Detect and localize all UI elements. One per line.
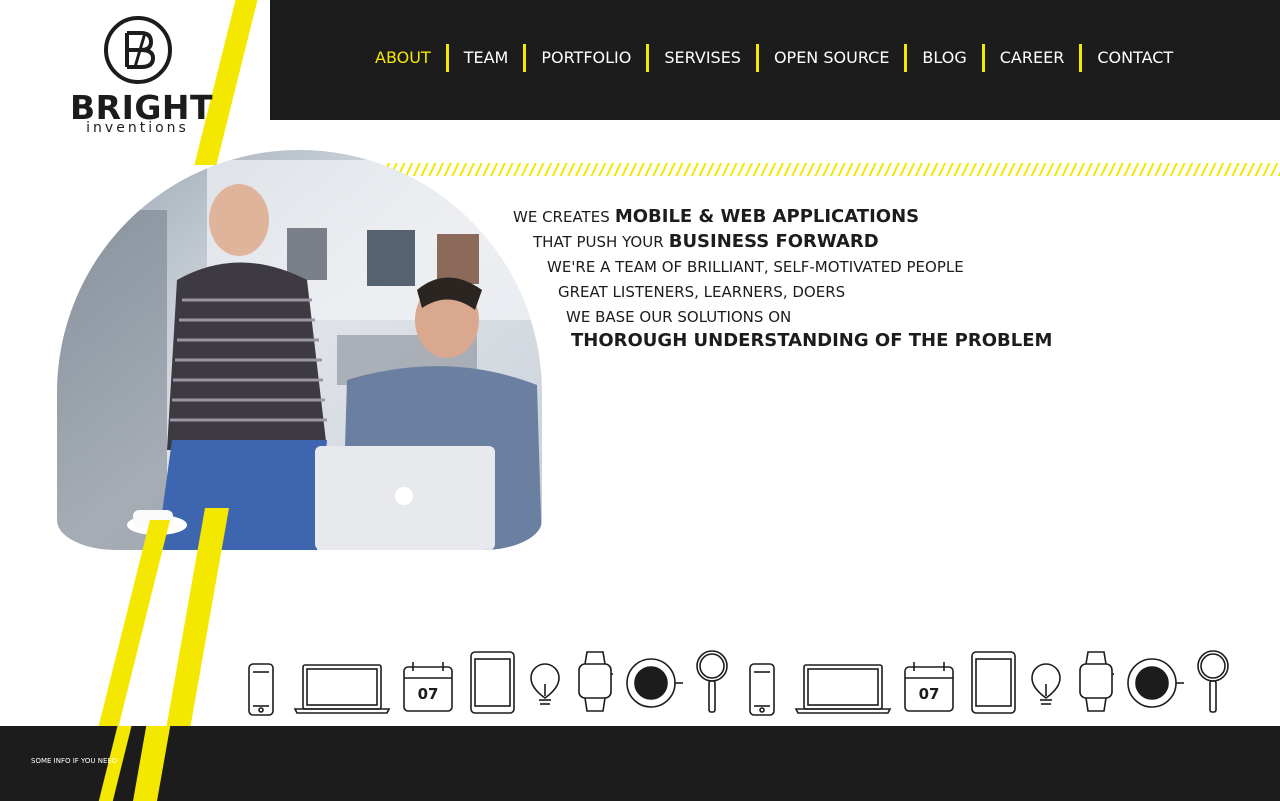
smartwatch-icon: [1079, 651, 1114, 712]
coffee-cup-icon: [626, 658, 683, 708]
tagline-highlight: BUSINESS FORWARD: [668, 231, 879, 252]
main-nav: ABOUT TEAM PORTFOLIO SERVISES OPEN SOURC…: [360, 44, 1188, 72]
nav-item-services[interactable]: SERVISES: [649, 44, 756, 72]
nav-item-portfolio[interactable]: PORTFOLIO: [526, 44, 646, 72]
tagline-line-5: WE BASE OUR SOLUTIONS ON: [566, 308, 792, 326]
brand-logo[interactable]: BRIGHT inventions: [70, 16, 213, 141]
brand-subtitle: inventions: [86, 120, 189, 136]
tagline-line-4: GREAT LISTENERS, LEARNERS, DOERS: [558, 283, 846, 301]
tagline-text: WE CREATES: [513, 208, 610, 226]
tagline-line-3: WE'RE A TEAM OF BRILLIANT, SELF-MOTIVATE…: [547, 258, 964, 276]
lightbulb-icon: [1031, 663, 1061, 705]
tagline-line-6: THOROUGH UNDERSTANDING OF THE PROBLEM: [571, 330, 1053, 351]
tagline-line-1: WE CREATES MOBILE & WEB APPLICATIONS: [513, 206, 919, 227]
tablet-icon: [971, 651, 1016, 714]
site-header: BRIGHT inventions ABOUT TEAM PORTFOLIO S…: [0, 0, 1280, 165]
nav-item-team[interactable]: TEAM: [449, 44, 524, 72]
phone-icon: [248, 663, 274, 716]
nav-item-open-source[interactable]: OPEN SOURCE: [759, 44, 904, 72]
lightbulb-icon: [530, 663, 560, 705]
yellow-diagonal-stripe: [97, 520, 170, 730]
hero-photo: [57, 150, 542, 550]
phone-icon: [749, 663, 775, 716]
nav-item-contact[interactable]: CONTACT: [1082, 44, 1188, 72]
tablet-icon: [470, 651, 515, 714]
laptop-icon: [794, 664, 892, 714]
logo-b-icon: [104, 16, 172, 84]
nav-item-career[interactable]: CAREER: [985, 44, 1080, 72]
tagline-line-2: THAT PUSH YOUR BUSINESS FORWARD: [533, 231, 879, 252]
calendar-day: 07: [418, 685, 439, 703]
yellow-diagonal-stripe: [130, 726, 172, 801]
tagline-highlight: MOBILE & WEB APPLICATIONS: [614, 206, 920, 227]
magnifier-icon: [696, 650, 728, 713]
magnifier-icon: [1197, 650, 1229, 713]
icon-strip: 07 07: [245, 648, 1245, 718]
footer-info-text: SOME INFO IF YOU NEED: [31, 757, 118, 765]
calendar-day: 07: [919, 685, 940, 703]
tagline-text: THAT PUSH YOUR: [533, 233, 664, 251]
laptop-icon: [293, 664, 391, 714]
nav-item-blog[interactable]: BLOG: [907, 44, 981, 72]
coffee-cup-icon: [1127, 658, 1184, 708]
hatched-divider: [385, 163, 1280, 176]
site-footer: SOME INFO IF YOU NEED: [0, 726, 1280, 801]
smartwatch-icon: [578, 651, 613, 712]
nav-item-about[interactable]: ABOUT: [360, 44, 446, 72]
